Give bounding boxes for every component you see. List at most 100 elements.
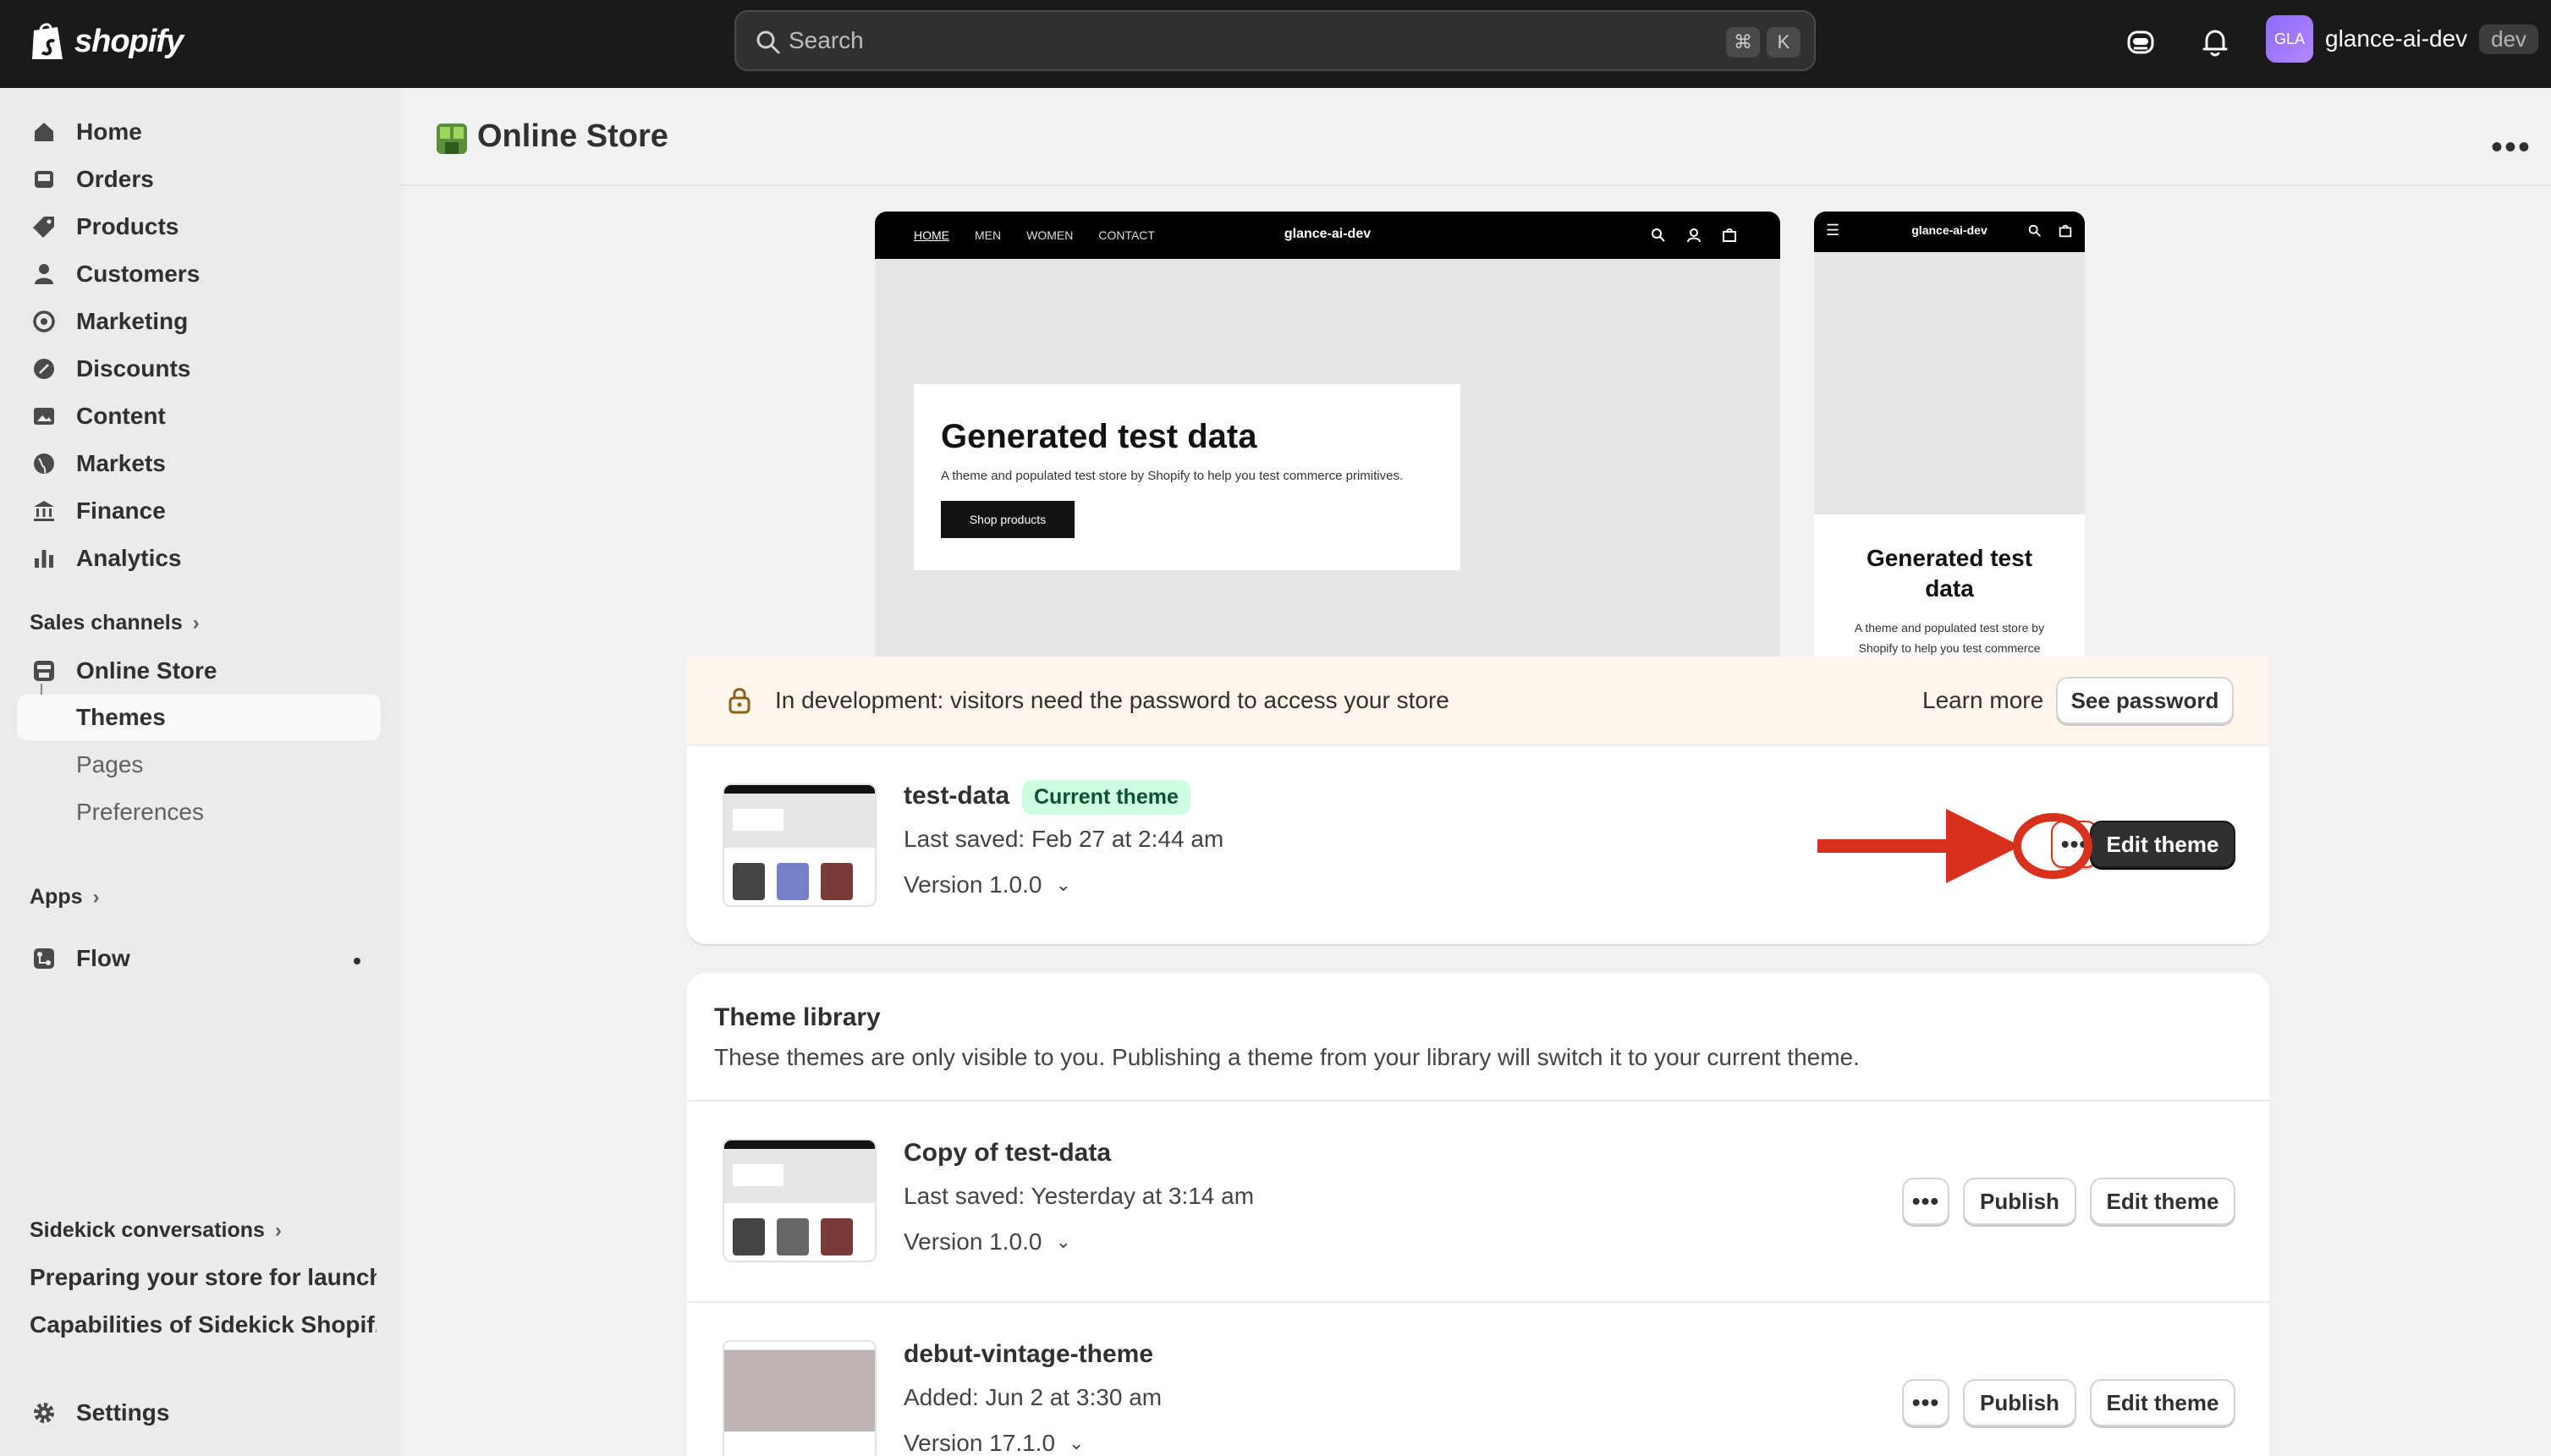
page-title: Online Store (477, 118, 668, 154)
apps-heading[interactable]: Apps › (30, 885, 100, 909)
sidebar-item-label: Markets (76, 450, 166, 476)
sidebar-item-preferences[interactable]: Preferences (17, 789, 381, 835)
theme-more-actions-button[interactable]: ••• (1902, 1178, 1949, 1225)
theme-thumbnail[interactable] (723, 783, 877, 907)
search-bar[interactable]: ⌘ K (734, 10, 1816, 71)
more-actions-button[interactable]: ••• (2491, 129, 2532, 167)
flow-icon (34, 948, 54, 969)
edit-theme-button[interactable]: Edit theme (2090, 1379, 2235, 1426)
theme-last-saved: Last saved: Yesterday at 3:14 am (904, 1183, 1255, 1209)
theme-version-dropdown[interactable]: Version 1.0.0 ⌄ (904, 1228, 1071, 1255)
avatar: GLA (2266, 15, 2313, 63)
preview-hero: Generated test data A theme and populate… (914, 384, 1460, 570)
sidebar-item-label: Themes (76, 704, 166, 730)
sidebar-item-markets[interactable]: Markets (17, 441, 381, 486)
sidebar-item-label: Preferences (76, 799, 204, 825)
theme-preview[interactable]: HOME MEN WOMEN CONTACT glance-ai-dev Gen… (687, 186, 2269, 657)
current-theme-badge: Current theme (1022, 780, 1190, 815)
sidebar-item-discounts[interactable]: Discounts (17, 346, 381, 392)
tag-icon (33, 217, 54, 238)
preview-hero-subtitle: A theme and populated test store by Shop… (941, 469, 1404, 483)
sidebar-item-products[interactable]: Products (17, 204, 381, 250)
development-banner-text: In development: visitors need the passwo… (775, 687, 1449, 713)
theme-name: debut-vintage-theme (904, 1340, 1154, 1368)
conversation-item[interactable]: Capabilities of Sidekick Shopif... (30, 1311, 377, 1338)
shortcut-cmd-key: ⌘ (1726, 27, 1760, 58)
divider (687, 1100, 2269, 1102)
apps-label: Apps (30, 885, 83, 909)
preview-header: HOME MEN WOMEN CONTACT glance-ai-dev (875, 212, 1780, 259)
sidebar-item-label: Flow (76, 945, 130, 971)
divider (687, 1301, 2269, 1303)
desktop-preview: HOME MEN WOMEN CONTACT glance-ai-dev Gen… (875, 212, 1780, 657)
bell-icon[interactable] (2198, 25, 2232, 59)
learn-more-link[interactable]: Learn more (1922, 687, 2043, 714)
theme-library-card: Theme library These themes are only visi… (687, 973, 2269, 1456)
theme-version-dropdown[interactable]: Version 1.0.0 ⌄ (904, 871, 1071, 898)
sidebar-item-settings[interactable]: Settings (17, 1390, 381, 1436)
sidebar-item-home[interactable]: Home (17, 109, 381, 155)
sidebar-item-label: Customers (76, 261, 201, 287)
see-password-button[interactable]: See password (2056, 677, 2234, 724)
chevron-right-icon: › (192, 611, 200, 635)
sidekick-conversations-heading[interactable]: Sidekick conversations › (30, 1218, 282, 1243)
sidebar-item-orders[interactable]: Orders (17, 157, 381, 202)
theme-thumbnail[interactable] (723, 1139, 877, 1262)
discount-icon (34, 359, 54, 379)
bank-icon (34, 501, 54, 521)
globe-icon (34, 453, 54, 474)
theme-more-actions-button[interactable]: ••• (1902, 1379, 1949, 1426)
inbox-icon (35, 171, 53, 188)
sidebar-item-label: Orders (76, 166, 154, 192)
chevron-down-icon: ⌄ (1069, 1432, 1085, 1453)
theme-library-title: Theme library (714, 1003, 881, 1031)
development-banner: In development: visitors need the passwo… (687, 657, 2269, 746)
sidekick-icon[interactable] (2124, 25, 2158, 59)
sales-channels-label: Sales channels (30, 611, 183, 635)
sidebar-item-flow[interactable]: Flow (17, 936, 381, 981)
sidebar-item-marketing[interactable]: Marketing (17, 299, 381, 344)
search-input[interactable] (789, 12, 1550, 69)
theme-version-dropdown[interactable]: Version 17.1.0 ⌄ (904, 1430, 1084, 1456)
sidebar-item-label: Settings (76, 1399, 170, 1426)
sidebar-item-analytics[interactable]: Analytics (17, 536, 381, 581)
sidebar-item-online-store[interactable]: Online Store (17, 648, 381, 694)
sidebar-item-label: Pages (76, 751, 144, 777)
sidebar-item-finance[interactable]: Finance (17, 488, 381, 534)
person-icon (35, 264, 53, 284)
theme-version-label: Version 17.1.0 (904, 1430, 1056, 1456)
account-icon (1687, 228, 1701, 243)
mobile-preview: ☰ glance-ai-dev Generated test data A th… (1814, 212, 2085, 657)
edit-theme-button[interactable]: Edit theme (2090, 821, 2235, 868)
conversation-item[interactable]: Preparing your store for launch (30, 1264, 377, 1291)
preview-brand: glance-ai-dev (1284, 227, 1372, 241)
unread-dot (354, 958, 360, 964)
theme-name: Copy of test-data (904, 1139, 1112, 1167)
preview-shop-button: Shop products (941, 501, 1075, 538)
image-icon (34, 408, 54, 425)
theme-name: test-data (904, 782, 1010, 810)
user-menu[interactable]: GLA glance-ai-dev dev (2266, 15, 2539, 63)
home-icon (35, 123, 53, 141)
theme-thumbnail[interactable] (723, 1340, 877, 1456)
shortcut-k-key: K (1767, 27, 1801, 58)
page-header: Online Store ••• (401, 88, 2551, 186)
shopify-logo[interactable]: shopify (29, 20, 184, 63)
cart-icon (2059, 224, 2072, 238)
publish-button[interactable]: Publish (1963, 1178, 2076, 1225)
publish-button[interactable]: Publish (1963, 1379, 2076, 1426)
lock-icon (728, 688, 750, 714)
preview-hero-title: Generated test data (941, 418, 1257, 455)
sales-channels-heading[interactable]: Sales channels › (30, 611, 200, 635)
target-icon (33, 310, 55, 332)
sidebar-item-pages[interactable]: Pages (17, 742, 381, 788)
theme-version-label: Version 1.0.0 (904, 871, 1042, 898)
sidebar-item-customers[interactable]: Customers (17, 251, 381, 297)
search-icon (1652, 228, 1665, 242)
edit-theme-button[interactable]: Edit theme (2090, 1178, 2235, 1225)
sidebar-item-label: Finance (76, 497, 166, 524)
sidebar-item-content[interactable]: Content (17, 393, 381, 439)
sidebar-item-label: Analytics (76, 545, 182, 571)
sidebar-item-themes[interactable]: Themes (17, 695, 381, 740)
annotation-arrow (1817, 809, 2092, 883)
